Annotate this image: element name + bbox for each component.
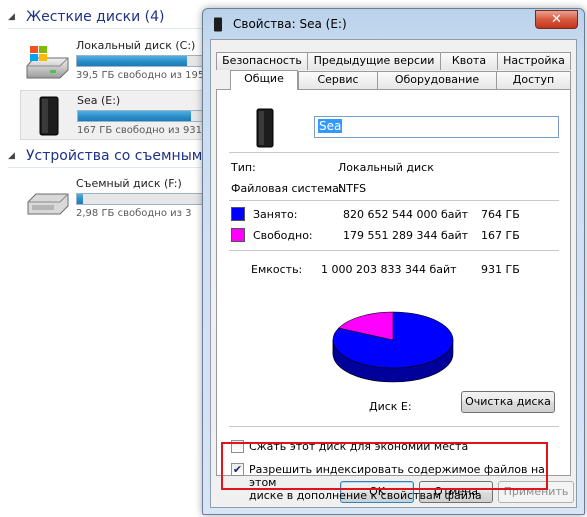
used-bytes: 820 652 544 000 байт	[343, 208, 469, 221]
external-drive-icon	[39, 96, 59, 136]
drive-item-e[interactable]: Sea (E:) 167 ГБ свободно из 931	[20, 90, 217, 140]
tab-general[interactable]: Общие	[230, 70, 298, 90]
used-label: Занято:	[253, 208, 298, 221]
free-bytes: 179 551 289 344 байт	[343, 229, 469, 242]
free-gb: 167 ГБ	[481, 229, 520, 242]
group-divider	[8, 167, 208, 168]
drive-name: Sea (E:)	[77, 94, 121, 107]
capacity-label: Емкость:	[251, 263, 303, 276]
drive-usage-fill	[77, 194, 83, 204]
volume-name-input[interactable]: Sea	[314, 116, 559, 138]
group-header-label: Жесткие диски (4)	[26, 9, 165, 25]
disk-usage-pie-chart	[332, 311, 454, 383]
dialog-client-area: Безопасность Предыдущие версии Квота Нас…	[210, 39, 577, 508]
divider	[229, 200, 559, 201]
drive-name: Съемный диск (F:)	[76, 177, 182, 190]
drive-usage-fill	[78, 111, 192, 121]
index-label-line1: Разрешить индексировать содержимое файло…	[249, 463, 545, 489]
close-button[interactable]: ✕	[535, 10, 578, 29]
type-value: Локальный диск	[338, 161, 434, 174]
drive-free-space: 2,98 ГБ свободно из 3	[76, 208, 192, 219]
filesystem-value: NTFS	[338, 182, 367, 195]
drive-free-space: 167 ГБ свободно из 931	[77, 125, 203, 136]
free-color-swatch	[231, 228, 245, 242]
compress-label[interactable]: Сжать этот диск для экономии места	[249, 440, 468, 453]
tab-sharing[interactable]: Доступ	[496, 71, 571, 89]
drive-free-space: 39,5 ГБ свободно из 195	[76, 70, 205, 81]
general-tab-panel: Sea Тип: Локальный диск Файловая система…	[216, 89, 571, 502]
disk-cleanup-button[interactable]: Очистка диска	[461, 391, 555, 413]
tab-previous-versions[interactable]: Предыдущие версии	[307, 52, 441, 70]
used-color-swatch	[231, 207, 245, 221]
compress-checkbox[interactable]	[231, 440, 244, 453]
group-header-removable[interactable]: ◢ Устройства со съемными	[8, 148, 211, 164]
index-label-line2: диске в дополнение к свойствам файла	[249, 489, 482, 502]
divider	[229, 426, 559, 427]
external-drive-icon	[214, 17, 222, 32]
disk-label: Диск E:	[369, 400, 412, 413]
local-disk-windows-icon	[26, 46, 69, 79]
divider	[229, 250, 559, 251]
type-label: Тип:	[231, 161, 256, 174]
external-drive-icon	[256, 108, 274, 148]
group-header-hard-drives[interactable]: ◢ Жесткие диски (4)	[8, 9, 164, 25]
free-label: Свободно:	[253, 229, 313, 242]
divider	[229, 152, 559, 153]
index-checkbox[interactable]: ✔	[231, 463, 244, 476]
removable-disk-icon	[27, 193, 69, 215]
capacity-bytes: 1 000 203 833 344 байт	[321, 263, 457, 276]
drive-usage-bar	[76, 55, 216, 67]
tab-quota[interactable]: Квота	[440, 52, 498, 70]
tab-hardware[interactable]: Оборудование	[377, 71, 497, 89]
drive-usage-bar	[76, 193, 216, 205]
drive-usage-fill	[77, 56, 188, 66]
drive-usage-bar	[77, 110, 217, 122]
drive-item-c[interactable]: Локальный диск (C:) 39,5 ГБ свободно из …	[20, 36, 216, 86]
drive-name: Локальный диск (C:)	[76, 39, 196, 52]
group-divider	[8, 28, 208, 29]
volume-name-value: Sea	[318, 119, 343, 133]
properties-dialog: Свойства: Sea (E:) ✕ Безопасность Предыд…	[202, 8, 585, 515]
used-gb: 764 ГБ	[481, 208, 520, 221]
capacity-gb: 931 ГБ	[481, 263, 520, 276]
group-header-label: Устройства со съемными	[26, 148, 212, 164]
index-label[interactable]: Разрешить индексировать содержимое файло…	[249, 463, 570, 502]
collapse-arrow-icon[interactable]: ◢	[8, 151, 20, 161]
dialog-title: Свойства: Sea (E:)	[233, 17, 347, 31]
tab-security[interactable]: Безопасность	[216, 52, 308, 70]
tab-customize[interactable]: Настройка	[497, 52, 571, 70]
collapse-arrow-icon[interactable]: ◢	[8, 12, 20, 22]
tab-tools[interactable]: Сервис	[298, 71, 378, 89]
dialog-titlebar[interactable]: Свойства: Sea (E:) ✕	[203, 9, 584, 39]
drive-item-f[interactable]: Съемный диск (F:) 2,98 ГБ свободно из 3	[20, 174, 216, 224]
filesystem-label: Файловая система:	[231, 182, 343, 195]
